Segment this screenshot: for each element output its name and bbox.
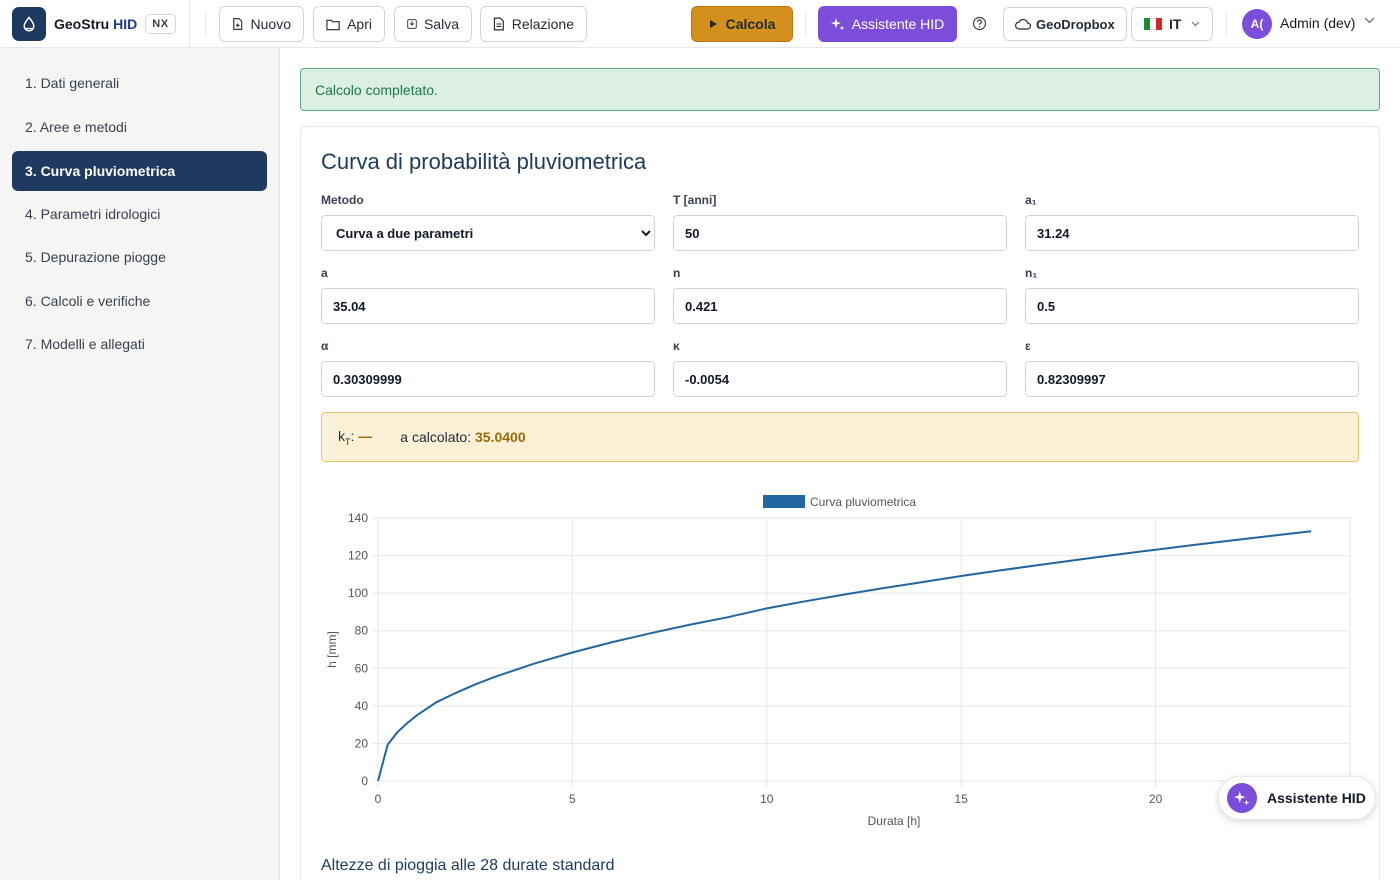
- y-tick-label: 140: [348, 511, 368, 525]
- section-title: Altezze di pioggia alle 28 durate standa…: [321, 857, 615, 874]
- sidebar: 1. Dati generali 2. Aree e metodi 3. Cur…: [0, 48, 280, 880]
- geodropbox-button[interactable]: GeoDropbox: [1003, 7, 1127, 41]
- sidebar-item-parametri-idrologici[interactable]: 4. Parametri idrologici: [12, 194, 267, 234]
- floating-assistant-button[interactable]: Assistente HID: [1218, 776, 1376, 820]
- n-input[interactable]: [673, 288, 1007, 324]
- legend-label: Curva pluviometrica: [810, 495, 916, 509]
- x-axis-title: Durata [h]: [868, 814, 921, 828]
- brand-name: GeoStru HID: [54, 15, 138, 32]
- curve-card: Curva di probabilità pluviometrica Metod…: [300, 126, 1380, 880]
- avatar[interactable]: A(: [1242, 9, 1272, 39]
- y-tick-label: 100: [348, 586, 368, 600]
- top-bar: GeoStru HID NX Nuovo Apri Salva Relazion…: [0, 0, 1400, 48]
- kappa-label: κ: [673, 339, 680, 353]
- help-icon[interactable]: [972, 16, 987, 34]
- t-label: T [anni]: [673, 193, 717, 207]
- t-input[interactable]: [673, 215, 1007, 251]
- alpha-label: α: [321, 339, 329, 353]
- language-select[interactable]: IT: [1131, 7, 1213, 41]
- calcola-button[interactable]: Calcola: [691, 6, 793, 42]
- epsilon-label: ε: [1025, 339, 1031, 353]
- chevron-down-icon[interactable]: [1364, 17, 1375, 24]
- divider: [1226, 12, 1227, 36]
- sidebar-item-curva-pluviometrica[interactable]: 3. Curva pluviometrica: [12, 151, 267, 191]
- sidebar-item-dati-generali[interactable]: 1. Dati generali: [12, 63, 267, 103]
- y-tick-label: 120: [348, 549, 368, 563]
- alert-text: Calcolo completato.: [315, 81, 438, 98]
- save-icon: [407, 19, 417, 29]
- sidebar-item-depurazione-piogge[interactable]: 5. Depurazione piogge: [12, 237, 267, 277]
- y-tick-label: 60: [355, 661, 369, 675]
- kappa-input[interactable]: [673, 361, 1007, 397]
- chart-svg: 0 5 10 15 20 0 20 40 60 80 100 120 140 Durata [h] h [m…: [325, 495, 1351, 828]
- italy-flag-icon: [1144, 18, 1162, 30]
- a-input[interactable]: [321, 288, 655, 324]
- a-calcolato-readout: a calcolato: 35.0400: [400, 429, 526, 445]
- x-tick-label: 5: [569, 792, 576, 806]
- y-tick-label: 20: [355, 736, 369, 750]
- x-tick-label: 0: [375, 792, 382, 806]
- a1-label: a₁: [1025, 193, 1037, 207]
- metodo-select[interactable]: Curva a due parametri: [321, 215, 655, 251]
- x-tick-label: 10: [760, 792, 774, 806]
- divider: [205, 12, 206, 36]
- edition-badge: NX: [145, 13, 176, 34]
- new-button[interactable]: Nuovo: [219, 6, 304, 42]
- n1-input[interactable]: [1025, 288, 1359, 324]
- new-file-icon: [233, 18, 243, 30]
- save-button[interactable]: Salva: [394, 6, 472, 42]
- success-alert: Calcolo completato.: [300, 68, 1380, 111]
- document-icon: [493, 17, 504, 31]
- y-tick-label: 40: [355, 699, 369, 713]
- x-tick-label: 15: [955, 792, 969, 806]
- chevron-down-icon: [1192, 21, 1200, 27]
- sidebar-item-modelli-allegati[interactable]: 7. Modelli e allegati: [12, 324, 267, 364]
- report-button[interactable]: Relazione: [480, 6, 587, 42]
- y-tick-label: 80: [355, 624, 369, 638]
- kt-readout: kT: —: [338, 427, 373, 447]
- n1-label: n₁: [1025, 266, 1038, 280]
- a-label: a: [321, 266, 328, 280]
- rainfall-chart: 0 5 10 15 20 0 20 40 60 80 100 120 140 Durata [h] h [m…: [321, 482, 1361, 832]
- brand[interactable]: GeoStru HID NX: [0, 0, 190, 48]
- sidebar-item-calcoli-verifiche[interactable]: 6. Calcoli e verifiche: [12, 281, 267, 321]
- assistant-button[interactable]: Assistente HID: [818, 6, 957, 42]
- n-label: n: [673, 266, 681, 280]
- play-icon: [709, 20, 717, 28]
- metodo-label: Metodo: [321, 193, 364, 207]
- legend-swatch: [763, 495, 805, 508]
- y-axis-title: h [mm]: [325, 631, 339, 668]
- sparkle-icon: [1227, 783, 1257, 813]
- open-button[interactable]: Apri: [313, 6, 385, 42]
- drop-logo-icon: [12, 6, 46, 41]
- sidebar-item-aree-metodi[interactable]: 2. Aree e metodi: [12, 107, 267, 147]
- y-tick-label: 0: [361, 774, 368, 788]
- sparkle-icon: [830, 18, 845, 31]
- divider: [805, 12, 806, 36]
- computed-info-box: kT: — a calcolato: 35.0400: [321, 412, 1359, 462]
- x-tick-label: 20: [1149, 792, 1163, 806]
- alpha-input[interactable]: [321, 361, 655, 397]
- card-title: Curva di probabilità pluviometrica: [321, 149, 647, 174]
- folder-icon: [326, 19, 340, 30]
- cloud-icon: [1015, 18, 1031, 30]
- epsilon-input[interactable]: [1025, 361, 1359, 397]
- user-name[interactable]: Admin (dev): [1280, 15, 1355, 31]
- a1-input[interactable]: [1025, 215, 1359, 251]
